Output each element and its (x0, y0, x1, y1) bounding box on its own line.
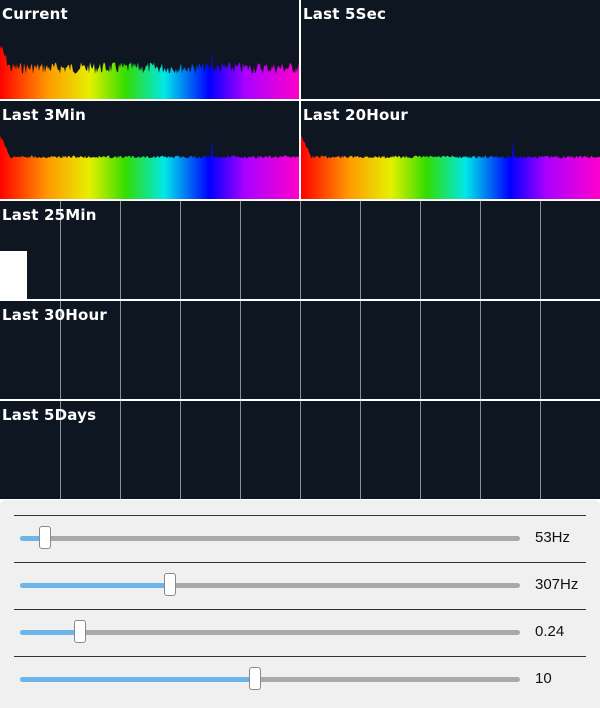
slider-4-value: 10 (535, 670, 552, 687)
panel-last-3min: Last 3Min (0, 101, 299, 199)
slider-1-thumb[interactable] (39, 526, 51, 549)
slider-4-thumb[interactable] (249, 667, 261, 690)
panel-last-5sec: Last 5Sec (301, 0, 600, 99)
panel-last-25min: Last 25Min (0, 201, 600, 299)
slider-1[interactable] (20, 526, 520, 549)
panel-current: Current (0, 0, 299, 99)
panel-title-last-20hour: Last 20Hour (303, 106, 409, 124)
panel-title-last-5days: Last 5Days (2, 406, 97, 424)
divider (14, 515, 586, 516)
divider (14, 656, 586, 657)
panel-last-20hour: Last 20Hour (301, 101, 600, 199)
slider-3-fill (20, 630, 80, 635)
slider-4-fill (20, 677, 255, 682)
slider-2-fill (20, 583, 170, 588)
slider-3[interactable] (20, 620, 520, 643)
slider-3-thumb[interactable] (74, 620, 86, 643)
slider-2-thumb[interactable] (164, 573, 176, 596)
panel-title-current: Current (2, 5, 68, 23)
controls-panel: 53Hz 307Hz 0.24 10 (0, 500, 600, 708)
slider-1-value: 53Hz (535, 529, 571, 546)
slider-2[interactable] (20, 573, 520, 596)
panel-title-last-30hour: Last 30Hour (2, 306, 108, 324)
slider-4[interactable] (20, 667, 520, 690)
slider-3-value: 0.24 (535, 623, 565, 640)
slider-2-value: 307Hz (535, 576, 579, 593)
panel-last-30hour: Last 30Hour (0, 301, 600, 399)
panel-last-5days: Last 5Days (0, 401, 600, 499)
panel-title-last-3min: Last 3Min (2, 106, 86, 124)
divider (14, 562, 586, 563)
panel-title-last-25min: Last 25Min (2, 206, 97, 224)
divider (14, 609, 586, 610)
panel-title-last-5sec: Last 5Sec (303, 5, 387, 23)
